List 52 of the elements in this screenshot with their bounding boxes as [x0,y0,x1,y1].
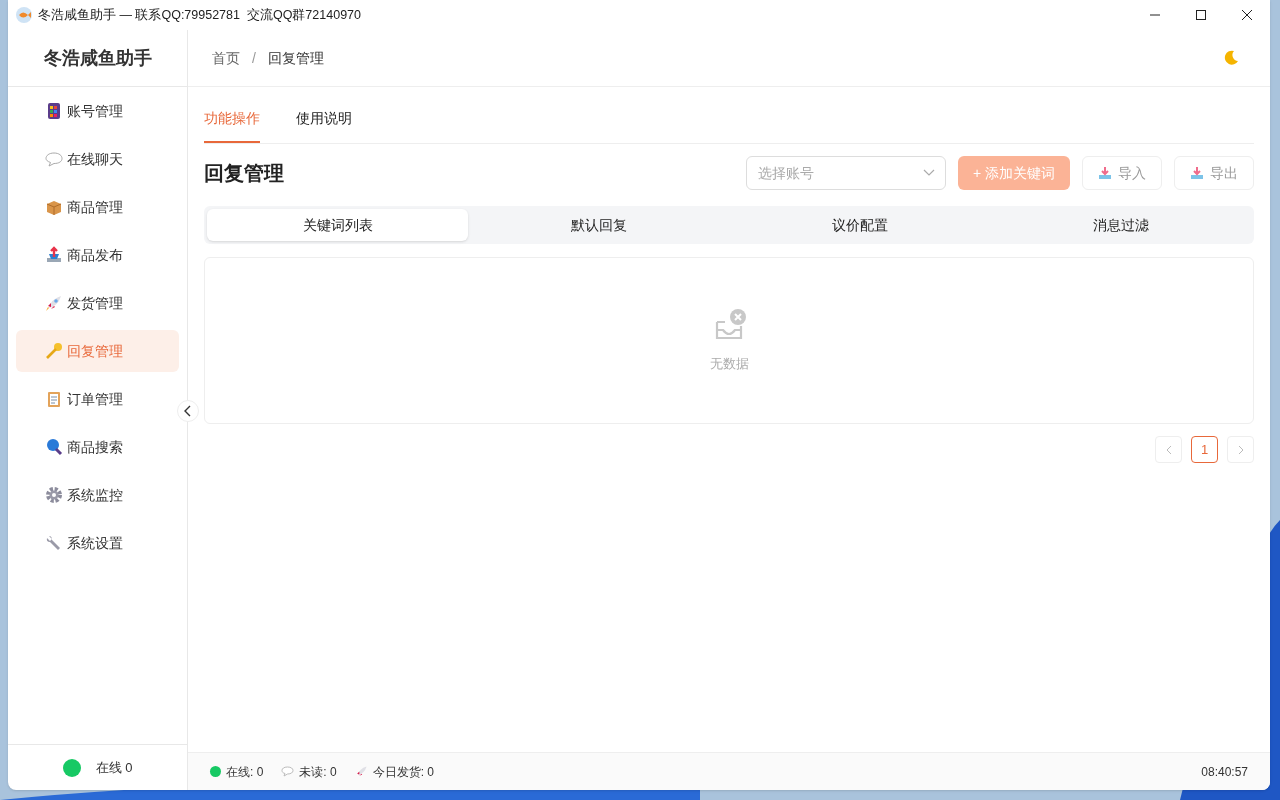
tray-arrow-icon [1190,166,1204,180]
chevron-right-icon [1237,444,1244,455]
window-title: 冬浩咸鱼助手 — 联系QQ:79952781 交流QQ群72140970 [38,6,361,24]
fish-logo-icon [16,7,32,23]
status-text: 在线: 0 [226,763,264,781]
segment-tab[interactable]: 消息过滤 [990,209,1251,241]
breadcrumb-link[interactable]: 首页 [212,47,240,69]
next-page-button[interactable] [1227,436,1254,463]
account-select[interactable]: 选择账号 [745,156,946,190]
clipboard-icon [45,390,63,408]
sidebar-item[interactable]: 系统监控 [16,474,179,516]
segment-tab[interactable]: 关键词列表 [207,209,468,241]
sidebar-item[interactable]: 订单管理 [16,378,179,420]
sidebar-item[interactable]: 商品管理 [16,186,179,228]
close-icon [1242,10,1252,20]
chevron-left-icon [1165,444,1172,455]
sidebar-item[interactable]: 账号管理 [16,90,179,132]
chevron-down-icon [922,169,935,177]
clock-time: 08:40:57 [1201,763,1248,781]
tab[interactable]: 使用说明 [296,108,352,143]
sidebar-item[interactable]: 商品发布 [16,234,179,276]
key-icon [45,342,63,360]
status-text: 今日发货: 0 [372,763,435,781]
collapse-button[interactable] [177,400,199,422]
status-text: 未读: 0 [299,763,337,781]
breadcrumb-current: 回复管理 [267,48,324,68]
segment-tab[interactable]: 默认回复 [468,209,729,241]
box-icon [45,198,63,216]
moon-icon[interactable] [1222,49,1240,67]
chevron-left-icon [184,405,192,417]
maximize-icon [1196,10,1206,20]
empty-message: 无数据 [709,354,749,373]
rocket-icon [354,765,368,778]
rocket-icon [45,294,63,312]
speech-bubble-icon [45,150,63,168]
sidebar-item[interactable]: 在线聊天 [16,138,179,180]
breadcrumb-separator: / [252,48,256,68]
speech-bubble-icon [281,766,295,777]
magnifier-icon [45,438,63,456]
previous-page-button[interactable] [1155,436,1182,463]
app-name: 冬浩咸鱼助手 [43,46,152,70]
upload-tray-icon [45,246,63,264]
wrench-icon [45,534,63,552]
sidebar-item[interactable]: 发货管理 [16,282,179,324]
page-title: 回复管理 [204,161,284,186]
segment-tab[interactable]: 议价配置 [729,209,990,241]
online-status: 在线 0 [95,758,133,777]
sidebar-item[interactable]: 商品搜索 [16,426,179,468]
tablet-icon [45,102,63,120]
sidebar-item[interactable]: 系统设置 [16,522,179,564]
gear-icon [45,486,63,504]
tray-arrow-icon [1098,166,1112,180]
